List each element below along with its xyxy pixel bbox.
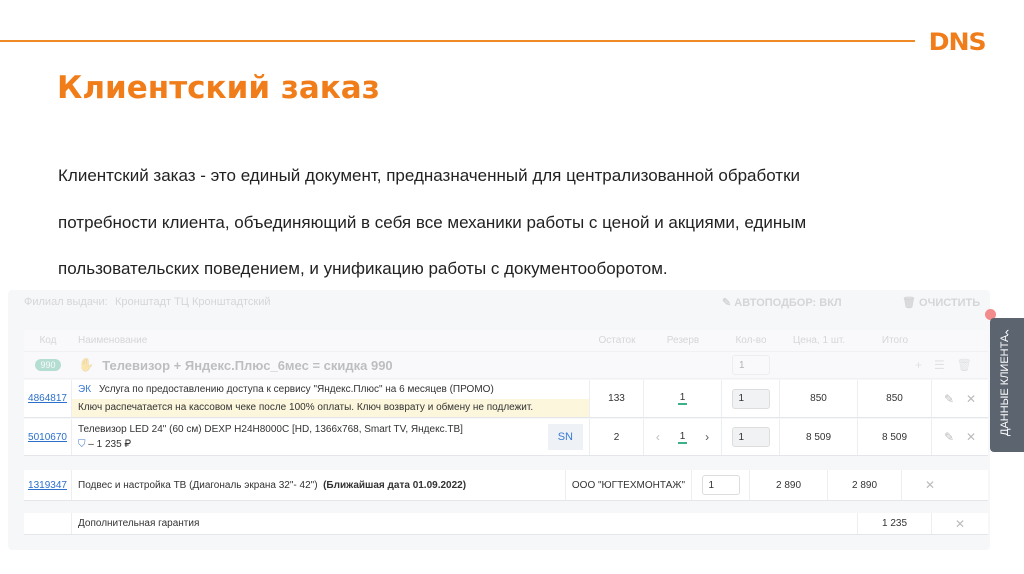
reserve-link[interactable]: 1 — [677, 392, 688, 405]
close-icon[interactable]: ✕ — [955, 517, 965, 531]
col-qty: Кол-во — [735, 335, 767, 346]
paragraph-line: пользовательских поведением, и унификаци… — [58, 259, 668, 278]
price: 2 890 — [750, 470, 828, 500]
ek-tag: ЭК — [78, 383, 92, 395]
slide-title: Клиентский заказ — [57, 70, 380, 106]
table-row: Дополнительная гарантия 1 235 ✕ — [24, 513, 988, 535]
paragraph-line: потребности клиента, объединяющий в себя… — [58, 213, 807, 232]
group-qty-input[interactable]: 1 — [732, 355, 770, 375]
supplier: ООО "ЮГТЕХМОНТАЖ" — [566, 470, 692, 500]
qty-input[interactable]: 1 — [731, 388, 770, 409]
total: 1 235 — [858, 513, 932, 534]
list-icon[interactable]: ☰ — [934, 358, 945, 372]
dns-logo: DNS — [928, 28, 987, 56]
price: 8 509 — [780, 419, 858, 455]
plus-icon[interactable]: + — [915, 358, 922, 372]
paragraph-line: Клиентский заказ - это единый документ, … — [58, 166, 801, 185]
clear-label: ОЧИСТИТЬ — [919, 297, 981, 309]
branch-select[interactable]: Кронштадт ТЦ Кронштадтский — [115, 296, 271, 308]
trash-icon[interactable]: 🗑 — [957, 358, 972, 372]
col-reserve: Резерв — [666, 335, 700, 346]
hand-icon: ✋ — [78, 357, 95, 372]
total: 2 890 — [828, 470, 902, 500]
table-row: 4864817 ЭК Услуга по предоставлению досту… — [24, 380, 988, 418]
client-data-label: ДАННЫЕ КЛИЕНТА — [999, 334, 1011, 436]
col-name: Наименование — [78, 335, 148, 346]
sn-button[interactable]: SN — [547, 424, 583, 450]
product-name: Телевизор LED 24" (60 см) DEXP H24H8000C… — [78, 424, 463, 435]
nearest-date: (Ближайшая дата 01.09.2022) — [323, 479, 467, 491]
warranty-price: – 1 235 ₽ — [88, 439, 132, 450]
price: 850 — [780, 380, 858, 417]
edit-icon[interactable]: ✎ — [944, 430, 954, 444]
product-code-link[interactable]: 4864817 — [28, 393, 67, 404]
col-code: Код — [39, 335, 57, 346]
total: 850 — [858, 380, 932, 417]
col-stock: Остаток — [598, 335, 636, 346]
product-name: Услуга по предоставлению доступа к серви… — [99, 383, 494, 395]
col-total: Итого — [881, 335, 909, 346]
client-data-tab[interactable]: ‹ ДАННЫЕ КЛИЕНТА — [990, 318, 1024, 452]
col-price: Цена, 1 шт. — [792, 335, 846, 346]
branch-label: Филиал выдачи: — [24, 296, 108, 308]
group-row: 990 ✋ Телевизор + Яндекс.Плюс_6мес = скид… — [24, 352, 988, 379]
total: 8 509 — [858, 419, 932, 455]
header-rule — [0, 40, 915, 42]
table-header: Код Наименование Остаток Резерв Кол-во Ц… — [24, 330, 988, 352]
qty-input[interactable]: 1 — [701, 475, 740, 495]
table-row: 5010670 Телевизор LED 24" (60 см) DEXP H… — [24, 419, 988, 456]
close-icon[interactable]: ✕ — [925, 478, 935, 492]
service-name: Подвес и настройка ТВ (Диагональ экрана … — [78, 479, 318, 491]
discount-badge: 990 — [35, 359, 61, 371]
edit-icon[interactable]: ✎ — [944, 392, 954, 406]
stock: 133 — [590, 380, 644, 417]
extra-warranty: Дополнительная гарантия — [72, 513, 858, 534]
product-code-link[interactable]: 5010670 — [28, 432, 67, 443]
chevron-left-icon[interactable]: ‹ — [656, 430, 660, 444]
qty-input[interactable]: 1 — [731, 427, 770, 447]
autoselect-label: АВТОПОДБОР: ВКЛ — [734, 297, 842, 309]
close-icon[interactable]: ✕ — [966, 392, 976, 406]
chevron-right-icon[interactable]: › — [705, 430, 709, 444]
stock: 2 — [590, 419, 644, 455]
reserve-link[interactable]: 1 — [677, 431, 688, 444]
clear-button[interactable]: 🗑 ОЧИСТИТЬ — [902, 296, 980, 309]
shield-icon: ⛉ — [78, 439, 86, 450]
product-note: Ключ распечатается на кассовом чеке посл… — [72, 398, 589, 417]
table-row: 1319347 Подвес и настройка ТВ (Диагональ… — [24, 470, 988, 501]
autoselect-button[interactable]: ✎ АВТОПОДБОР: ВКЛ — [722, 296, 842, 309]
group-name: Телевизор + Яндекс.Плюс_6мес = скидка 99… — [102, 357, 393, 373]
close-icon[interactable]: ✕ — [966, 430, 976, 444]
service-code-link[interactable]: 1319347 — [28, 480, 67, 491]
